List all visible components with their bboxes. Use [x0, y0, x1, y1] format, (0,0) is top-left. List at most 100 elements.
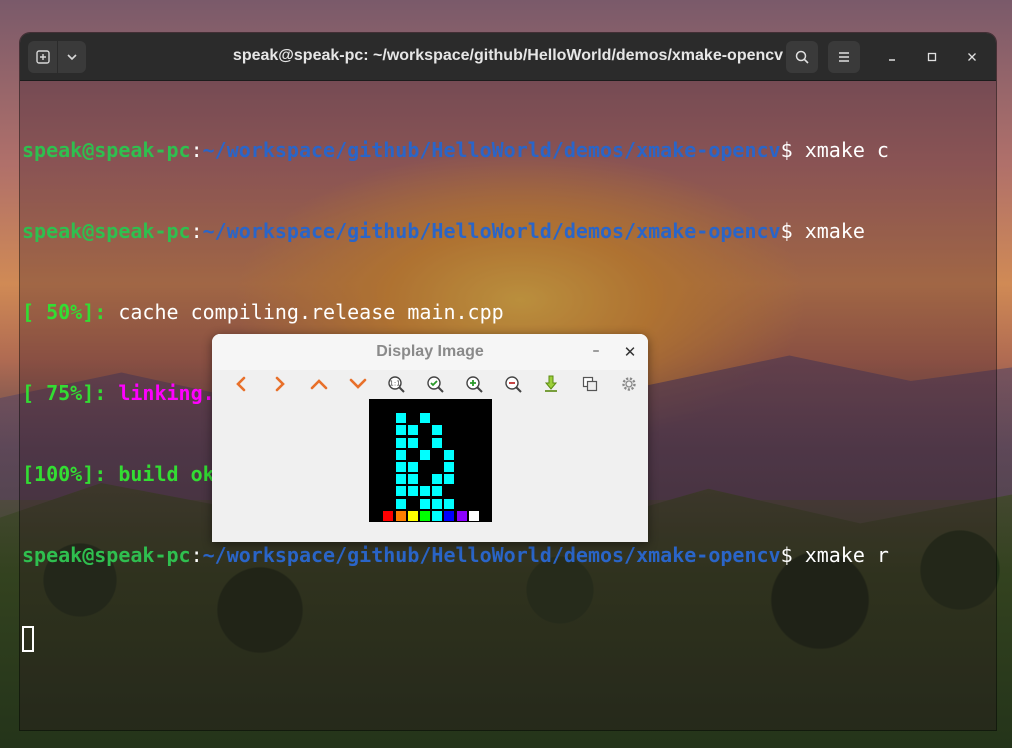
palette-pixel: [383, 510, 394, 521]
terminal-line: speak@speak-pc:~/workspace/github/HelloW…: [22, 137, 996, 164]
terminal-line: [ 50%]: cache compiling.release main.cpp: [22, 299, 996, 326]
display-image-window[interactable]: Display Image – ✕ 1:1: [212, 334, 648, 542]
zoom-fit-icon: [427, 376, 444, 393]
copy-icon: [582, 376, 598, 392]
minimize-button[interactable]: [880, 45, 904, 69]
dialog-titlebar: Display Image – ✕: [212, 334, 648, 370]
prompt-user: speak@speak-pc: [22, 138, 191, 162]
chevron-down-icon: [67, 54, 77, 61]
zoom-in-icon: [466, 376, 483, 393]
cyan-pixel: [407, 474, 418, 485]
pan-up-button[interactable]: [299, 372, 338, 396]
minimize-icon: [889, 59, 895, 61]
text-cursor: [22, 625, 34, 652]
dialog-minimize-button[interactable]: –: [586, 342, 606, 362]
new-tab-button[interactable]: [28, 41, 57, 73]
close-icon: [968, 53, 976, 61]
cyan-pixel: [444, 462, 455, 472]
prompt-path: ~/workspace/github/HelloWorld/demos/xmak…: [202, 219, 781, 243]
search-icon: [795, 50, 809, 64]
palette-pixel: [407, 510, 418, 521]
dialog-close-button[interactable]: ✕: [620, 342, 640, 362]
save-icon: [545, 375, 558, 392]
arrow-right-icon: [275, 376, 285, 392]
prompt-dollar: $: [780, 219, 805, 243]
terminal-line: speak@speak-pc:~/workspace/github/HelloW…: [22, 218, 996, 245]
palette-pixel: [420, 510, 430, 521]
cyan-pixel: [444, 498, 455, 509]
new-tab-icon: [35, 50, 50, 64]
zoom-reset-button[interactable]: 1:1: [377, 372, 416, 396]
cyan-pixel: [432, 437, 443, 448]
cyan-pixel: [395, 437, 406, 448]
image-toolbar: 1:1: [212, 370, 648, 398]
cyan-pixel: [432, 498, 443, 509]
zoom-out-button[interactable]: [493, 372, 532, 396]
copy-button[interactable]: [571, 372, 610, 396]
image-canvas[interactable]: [369, 399, 492, 522]
cyan-pixel: [407, 437, 418, 448]
command-text: xmake c: [804, 138, 889, 162]
cyan-pixel: [444, 449, 455, 460]
progress-percent: [100%]:: [22, 462, 107, 486]
prompt-user: speak@speak-pc: [22, 219, 191, 243]
zoom-reset-icon: 1:1: [388, 376, 406, 393]
arrow-down-icon: [349, 378, 366, 389]
command-text: xmake r: [804, 543, 889, 567]
properties-button[interactable]: [609, 372, 648, 396]
cyan-pixel: [407, 462, 418, 472]
cyan-pixel: [420, 498, 430, 509]
cyan-pixel: [395, 449, 406, 460]
cyan-pixel: [432, 425, 443, 436]
zoom-fit-button[interactable]: [416, 372, 455, 396]
search-button[interactable]: [786, 41, 818, 73]
prompt-separator: :: [190, 543, 203, 567]
settings-icon: [622, 377, 636, 391]
prompt-user: speak@speak-pc: [22, 543, 191, 567]
cyan-pixel: [420, 413, 430, 424]
cyan-pixel: [432, 486, 443, 497]
terminal-line: [22, 623, 996, 652]
pan-right-button[interactable]: [261, 372, 300, 396]
progress-percent: [ 50%]:: [22, 300, 107, 324]
close-button[interactable]: [960, 45, 984, 69]
palette-pixel: [444, 510, 455, 521]
menu-icon: [839, 52, 849, 62]
terminal-line: speak@speak-pc:~/workspace/github/HelloW…: [22, 542, 996, 569]
save-button[interactable]: [532, 372, 571, 396]
cyan-pixel: [444, 474, 455, 485]
command-text: xmake: [804, 219, 865, 243]
cyan-pixel: [420, 486, 430, 497]
palette-pixel: [395, 510, 406, 521]
tab-menu-button[interactable]: [57, 41, 86, 73]
dialog-title: Display Image: [376, 343, 484, 360]
prompt-path: ~/workspace/github/HelloWorld/demos/xmak…: [202, 543, 781, 567]
output-text: cache compiling.release main.cpp: [106, 300, 504, 324]
svg-text:1:1: 1:1: [390, 380, 401, 388]
cyan-pixel: [395, 425, 406, 436]
pan-down-button[interactable]: [338, 372, 377, 396]
maximize-button[interactable]: [920, 45, 944, 69]
hamburger-menu-button[interactable]: [828, 41, 860, 73]
palette-pixel: [468, 510, 479, 521]
palette-pixel: [432, 510, 443, 521]
prompt-dollar: $: [780, 543, 805, 567]
arrow-left-icon: [236, 376, 246, 392]
prompt-separator: :: [190, 138, 203, 162]
prompt-path: ~/workspace/github/HelloWorld/demos/xmak…: [202, 138, 781, 162]
terminal-headerbar: speak@speak-pc: ~/workspace/github/Hello…: [20, 33, 996, 81]
cyan-pixel: [407, 425, 418, 436]
arrow-up-icon: [310, 379, 328, 390]
progress-percent: [ 75%]:: [22, 381, 107, 405]
cyan-pixel: [395, 462, 406, 472]
palette-pixel: [456, 510, 467, 521]
tab-button-group: [28, 41, 86, 73]
cyan-pixel: [432, 474, 443, 485]
cyan-pixel: [395, 474, 406, 485]
zoom-out-icon: [504, 376, 522, 393]
pan-left-button[interactable]: [222, 372, 261, 396]
zoom-in-button[interactable]: [454, 372, 493, 396]
prompt-separator: :: [190, 219, 203, 243]
maximize-icon: [927, 52, 937, 62]
cyan-pixel: [395, 486, 406, 497]
